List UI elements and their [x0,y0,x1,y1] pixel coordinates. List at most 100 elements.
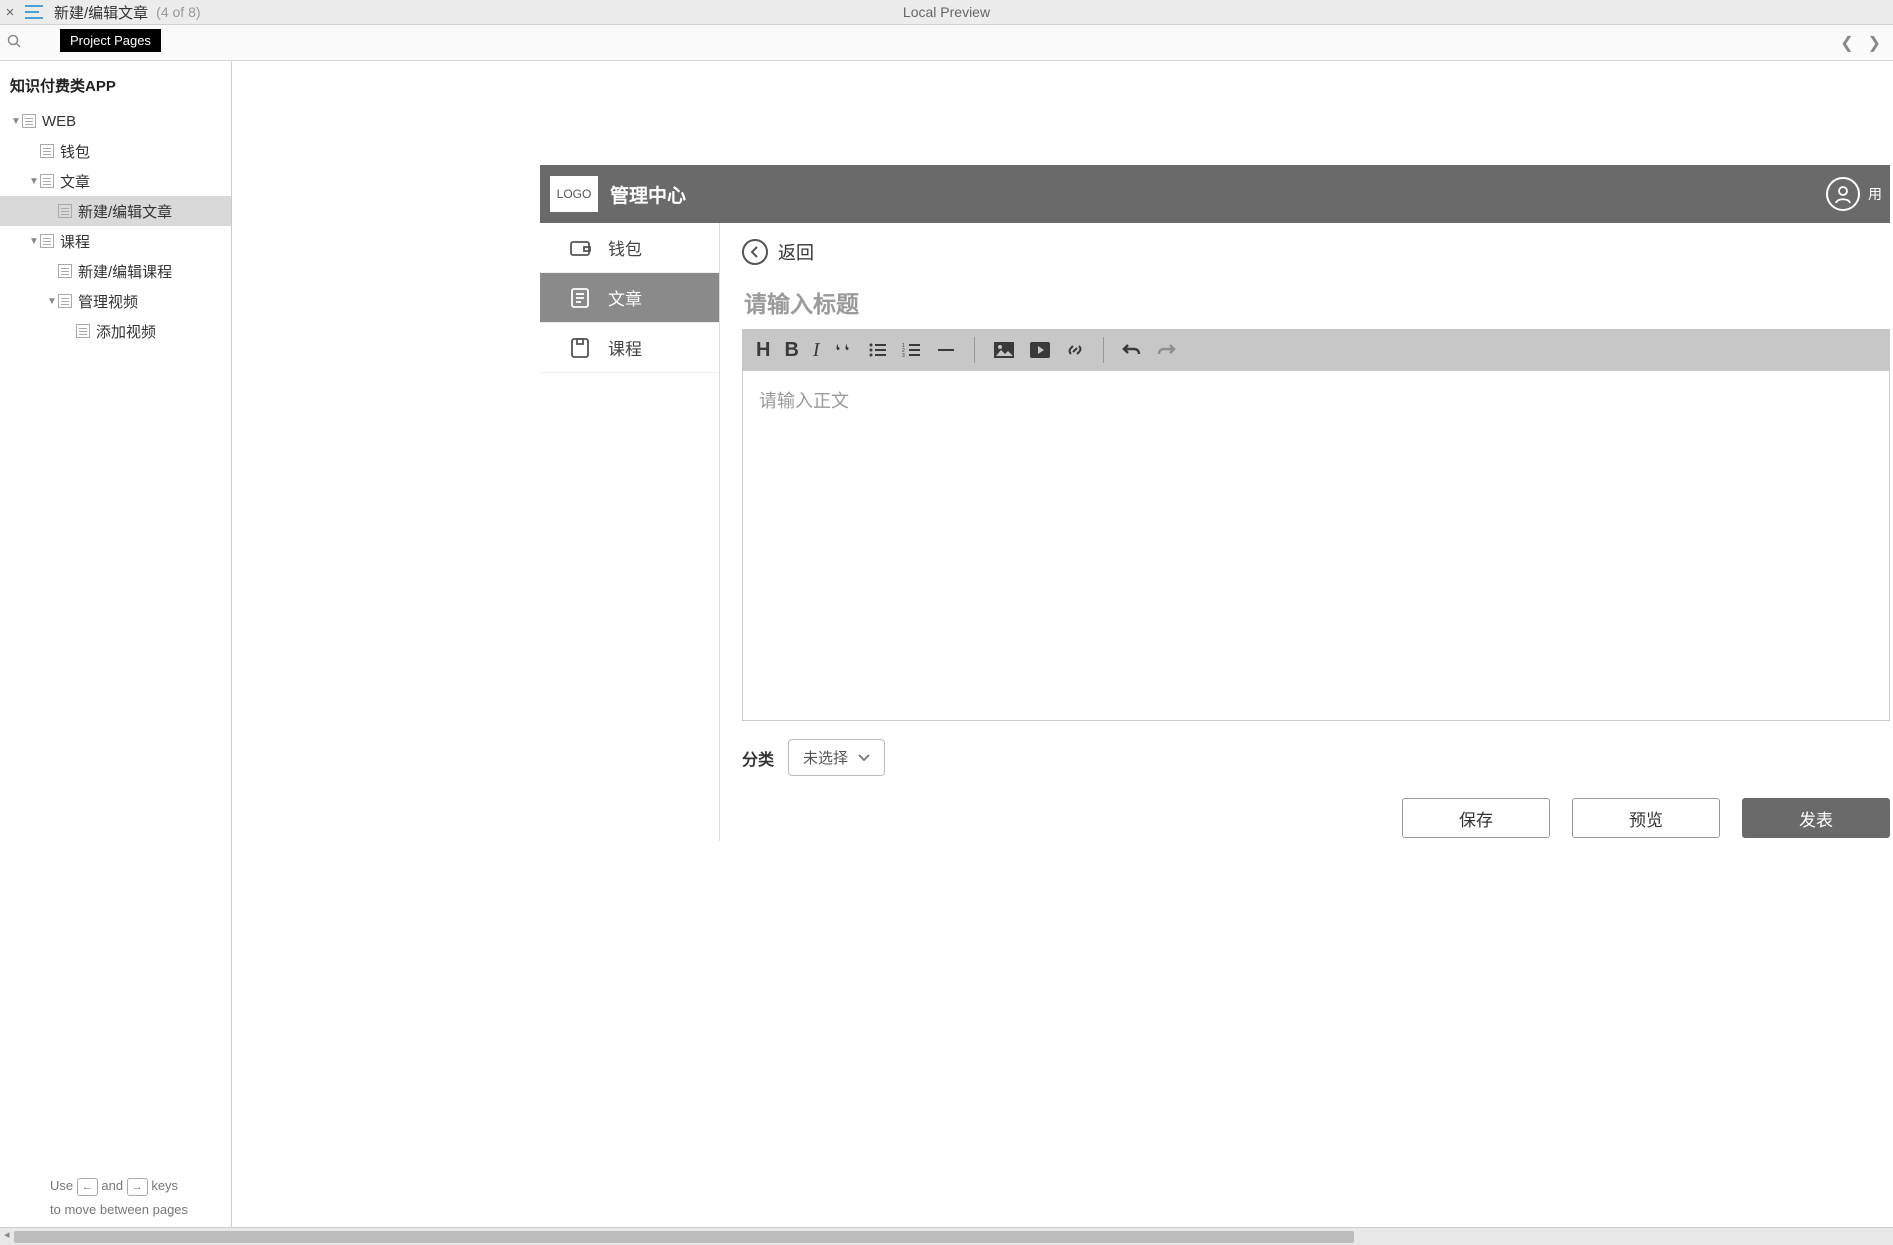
chevron-down-icon [858,749,870,766]
nav-prev-icon[interactable]: ❮ [1836,33,1857,53]
page-icon [58,204,72,218]
search-icon[interactable] [3,34,25,51]
tree-label: 钱包 [60,141,90,162]
article-icon [568,286,592,310]
tree-item-course-new[interactable]: 新建/编辑课程 [0,256,231,286]
sidenav-item-course[interactable]: 课程 [540,323,719,373]
hint-text: and [101,1178,123,1193]
hint-text: keys [151,1178,178,1193]
bold-button[interactable]: B [784,339,798,362]
project-title: 知识付费类APP [0,61,231,106]
back-icon [742,239,768,265]
hint-text: to move between pages [50,1202,188,1217]
sidenav-item-article[interactable]: 文章 [540,273,719,323]
title-input[interactable]: 请输入标题 [742,279,1890,329]
editor-body[interactable]: 请输入正文 [742,371,1890,721]
tree-label: 管理视频 [78,291,138,312]
project-sidebar: 知识付费类APP ▼ WEB 钱包 ▼ 文章 新建/编辑文章 [0,61,232,1227]
caret-down-icon[interactable]: ▼ [28,176,40,187]
tree-item-wallet[interactable]: 钱包 [0,136,231,166]
ul-button[interactable] [868,342,888,358]
wallet-icon [568,236,592,260]
tree-label: 文章 [60,171,90,192]
page-icon [76,324,90,338]
button-label: 预览 [1629,806,1663,831]
back-button[interactable]: 返回 [742,223,1890,279]
publish-button[interactable]: 发表 [1742,798,1890,838]
mockup-header: LOGO 管理中心 用 [540,165,1890,223]
video-button[interactable] [1029,341,1051,359]
button-label: 发表 [1799,806,1833,831]
avatar-icon[interactable] [1826,177,1860,211]
pages-menu-icon[interactable] [20,5,48,19]
tree-item-article[interactable]: ▼ 文章 [0,166,231,196]
ol-button[interactable]: 123 [902,342,922,358]
svg-text:3: 3 [902,353,905,358]
category-label: 分类 [742,746,774,770]
preview-button[interactable]: 预览 [1572,798,1720,838]
page-icon [58,264,72,278]
mockup-frame: LOGO 管理中心 用 钱包 [540,165,1890,841]
back-label: 返回 [778,239,814,265]
page-tree: ▼ WEB 钱包 ▼ 文章 新建/编辑文章 ▼ 课 [0,106,231,346]
undo-button[interactable] [1122,341,1142,359]
category-value: 未选择 [803,747,848,768]
redo-button[interactable] [1156,341,1176,359]
category-select[interactable]: 未选择 [788,739,885,776]
subtoolbar: Project Pages ❮ ❯ [0,25,1893,61]
page-icon [40,234,54,248]
quote-button[interactable] [834,342,854,358]
caret-down-icon[interactable]: ▼ [10,116,22,127]
separator [1103,337,1104,363]
sidebar-hint: Use ← and → keys to move between pages [0,1164,231,1227]
editor-toolbar: H B I 123 [742,329,1890,371]
admin-title: 管理中心 [610,181,686,208]
right-key-icon: → [127,1178,148,1196]
tree-label: WEB [42,113,76,130]
button-label: 保存 [1459,806,1493,831]
caret-down-icon[interactable]: ▼ [46,296,58,307]
save-button[interactable]: 保存 [1402,798,1550,838]
hr-button[interactable] [936,342,956,358]
hint-text: Use [50,1178,73,1193]
heading-button[interactable]: H [756,339,770,362]
sidenav-label: 文章 [608,285,642,310]
app-toolbar: × 新建/编辑文章 (4 of 8) Local Preview [0,0,1893,25]
italic-button[interactable]: I [813,339,820,362]
tree-label: 新建/编辑课程 [78,261,172,282]
tree-item-video-add[interactable]: 添加视频 [0,316,231,346]
left-key-icon: ← [77,1178,98,1196]
tree-item-course[interactable]: ▼ 课程 [0,226,231,256]
preview-mode-label: Local Preview [903,4,990,20]
scroll-thumb[interactable] [14,1231,1354,1243]
preview-canvas[interactable]: LOGO 管理中心 用 钱包 [232,61,1893,1227]
link-button[interactable] [1065,340,1085,360]
nav-next-icon[interactable]: ❯ [1864,33,1885,53]
mockup-sidenav: 钱包 文章 课程 [540,223,720,841]
logo: LOGO [550,176,598,212]
page-icon [40,144,54,158]
username-partial: 用 [1868,184,1882,204]
close-icon[interactable]: × [0,4,20,21]
sidenav-item-wallet[interactable]: 钱包 [540,223,719,273]
mockup-content: 返回 请输入标题 H B I 123 [742,223,1890,841]
tree-label: 添加视频 [96,321,156,342]
page-icon [58,294,72,308]
caret-down-icon[interactable]: ▼ [28,236,40,247]
tooltip-project-pages: Project Pages [60,29,161,52]
sidenav-label: 钱包 [608,235,642,260]
image-button[interactable] [993,341,1015,359]
tree-item-web[interactable]: ▼ WEB [0,106,231,136]
tree-label: 课程 [60,231,90,252]
page-icon [22,114,36,128]
tree-item-video-manage[interactable]: ▼ 管理视频 [0,286,231,316]
user-area[interactable]: 用 [1826,177,1882,211]
course-icon [568,336,592,360]
tree-label: 新建/编辑文章 [78,201,172,222]
page-title: 新建/编辑文章 [54,2,148,23]
separator [974,337,975,363]
tree-item-article-new[interactable]: 新建/编辑文章 [0,196,231,226]
sidenav-label: 课程 [608,335,642,360]
horizontal-scrollbar[interactable] [0,1227,1893,1245]
page-icon [40,174,54,188]
